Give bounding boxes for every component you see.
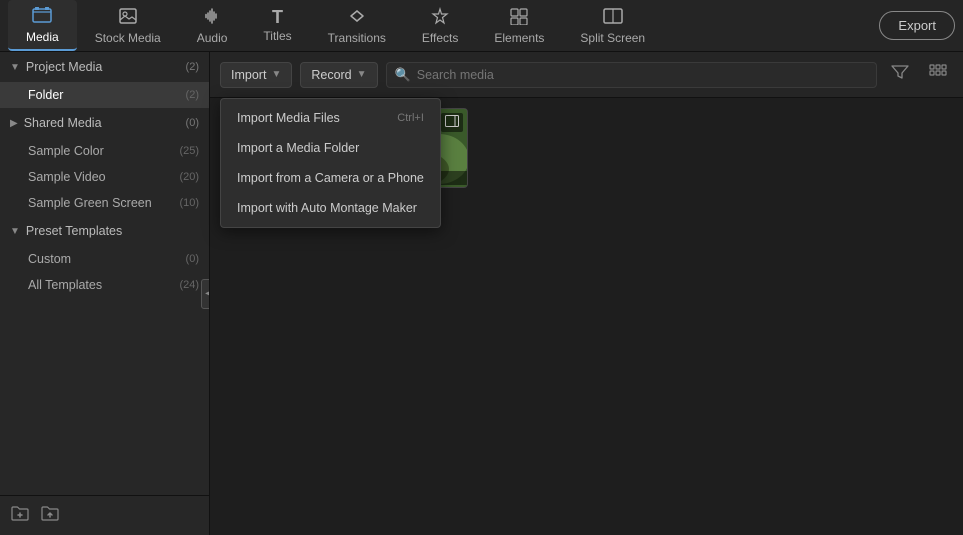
- stock-media-icon: [118, 7, 138, 28]
- sidebar-item-sample-color[interactable]: Sample Color (25): [0, 138, 209, 164]
- sidebar-item-folder[interactable]: Folder (2): [0, 82, 209, 108]
- nav-item-split-screen[interactable]: Split Screen: [562, 0, 663, 51]
- nav-label-split-screen: Split Screen: [580, 31, 645, 45]
- sidebar-section-shared-media[interactable]: ▶ Shared Media (0): [0, 108, 209, 138]
- sidebar-section-preset-templates[interactable]: ▼ Preset Templates: [0, 216, 209, 246]
- sample-video-count: (20): [179, 171, 199, 183]
- nav-item-media[interactable]: Media: [8, 0, 77, 51]
- nav-item-titles[interactable]: T Titles: [245, 0, 309, 51]
- custom-count: (0): [186, 253, 199, 265]
- view-toggle-button[interactable]: [923, 60, 953, 89]
- nav-label-titles: Titles: [263, 29, 291, 43]
- nav-item-elements[interactable]: Elements: [476, 0, 562, 51]
- audio-icon: [202, 7, 222, 28]
- import-label: Import: [231, 68, 266, 82]
- import-chevron-icon: ▼: [271, 69, 281, 80]
- record-dropdown-button[interactable]: Record ▼: [300, 62, 377, 88]
- section-count-project-media: (2): [186, 61, 199, 73]
- section-arrow-preset-templates: ▼: [10, 226, 20, 237]
- record-label: Record: [311, 68, 351, 82]
- effects-icon: [430, 7, 450, 28]
- sidebar-section-project-media[interactable]: ▼ Project Media (2): [0, 52, 209, 82]
- section-title-shared-media: Shared Media: [24, 116, 186, 130]
- import-auto-montage-label: Import with Auto Montage Maker: [237, 201, 417, 215]
- top-nav: Media Stock Media Audio T Titles: [0, 0, 963, 52]
- sidebar-footer: [0, 495, 209, 535]
- menu-import-media-files[interactable]: Import Media Files Ctrl+I: [221, 103, 440, 133]
- nav-label-effects: Effects: [422, 31, 458, 45]
- elements-icon: [509, 7, 529, 28]
- section-arrow-project-media: ▼: [10, 62, 20, 73]
- nav-label-elements: Elements: [494, 31, 544, 45]
- export-button[interactable]: Export: [879, 11, 955, 40]
- sidebar-item-sample-green-screen[interactable]: Sample Green Screen (10): [0, 190, 209, 216]
- import-folder-button[interactable]: [40, 504, 60, 527]
- nav-item-effects[interactable]: Effects: [404, 0, 476, 51]
- nav-item-stock-media[interactable]: Stock Media: [77, 0, 179, 51]
- nav-label-transitions: Transitions: [328, 31, 386, 45]
- search-box: 🔍: [386, 62, 877, 88]
- import-dropdown-button[interactable]: Import ▼: [220, 62, 292, 88]
- folder-count: (2): [186, 89, 199, 101]
- import-media-folder-label: Import a Media Folder: [237, 141, 359, 155]
- menu-import-media-folder[interactable]: Import a Media Folder: [221, 133, 440, 163]
- sample-green-screen-count: (10): [179, 197, 199, 209]
- nav-label-audio: Audio: [197, 31, 228, 45]
- nav-item-transitions[interactable]: Transitions: [310, 0, 404, 51]
- folder-label: Folder: [28, 88, 186, 102]
- nav-item-audio[interactable]: Audio: [179, 0, 246, 51]
- menu-import-auto-montage[interactable]: Import with Auto Montage Maker: [221, 193, 440, 223]
- sidebar-item-custom[interactable]: Custom (0): [0, 246, 209, 272]
- import-dropdown-menu: Import Media Files Ctrl+I Import a Media…: [220, 98, 441, 228]
- media-icon: [32, 6, 52, 27]
- search-input[interactable]: [417, 68, 868, 82]
- all-templates-label: All Templates: [28, 278, 179, 292]
- import-camera-label: Import from a Camera or a Phone: [237, 171, 424, 185]
- section-count-shared-media: (0): [186, 117, 199, 129]
- sample-green-screen-label: Sample Green Screen: [28, 196, 179, 210]
- main-area: ▼ Project Media (2) Folder (2) ▶ Shared …: [0, 52, 963, 535]
- import-media-files-shortcut: Ctrl+I: [397, 112, 424, 124]
- sample-video-label: Sample Video: [28, 170, 179, 184]
- section-title-project-media: Project Media: [26, 60, 186, 74]
- filter-button[interactable]: [885, 60, 915, 89]
- all-templates-count: (24): [179, 279, 199, 291]
- transitions-icon: [347, 7, 367, 28]
- section-title-preset-templates: Preset Templates: [26, 224, 199, 238]
- sidebar-item-sample-video[interactable]: Sample Video (20): [0, 164, 209, 190]
- custom-label: Custom: [28, 252, 186, 266]
- search-icon: 🔍: [395, 67, 411, 83]
- new-folder-button[interactable]: [10, 504, 30, 527]
- nav-label-stock-media: Stock Media: [95, 31, 161, 45]
- content-toolbar: Import ▼ Record ▼ 🔍: [210, 52, 963, 98]
- record-chevron-icon: ▼: [357, 69, 367, 80]
- sidebar-item-all-templates[interactable]: All Templates (24): [0, 272, 209, 298]
- import-media-files-label: Import Media Files: [237, 111, 340, 125]
- section-arrow-shared-media: ▶: [10, 118, 18, 129]
- nav-label-media: Media: [26, 30, 59, 44]
- sample-color-count: (25): [179, 145, 199, 157]
- sample-color-label: Sample Color: [28, 144, 179, 158]
- sidebar-collapse-handle[interactable]: ◀: [201, 279, 210, 309]
- content-area: Import ▼ Record ▼ 🔍: [210, 52, 963, 535]
- split-screen-icon: [603, 7, 623, 28]
- sidebar: ▼ Project Media (2) Folder (2) ▶ Shared …: [0, 52, 210, 535]
- menu-import-camera[interactable]: Import from a Camera or a Phone: [221, 163, 440, 193]
- titles-icon: T: [272, 8, 283, 26]
